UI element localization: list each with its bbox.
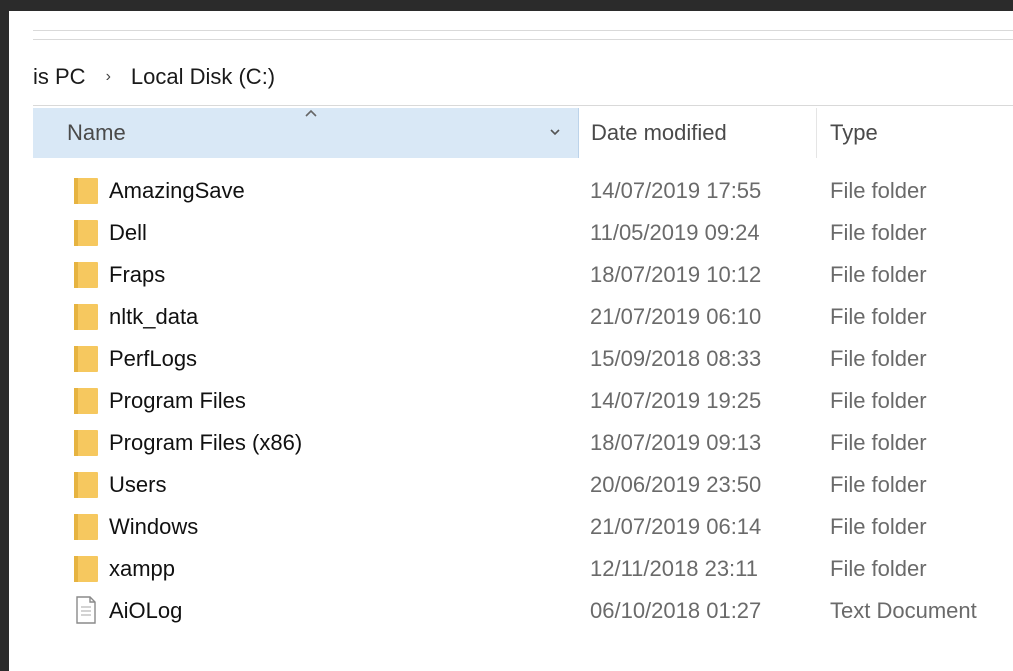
file-type: File folder [830,556,927,581]
file-name: Fraps [109,262,166,287]
column-header-date-label: Date modified [591,120,727,145]
file-type: File folder [830,304,927,329]
toolbar-strip [33,30,1013,40]
file-date-modified: 18/07/2019 09:13 [590,430,762,455]
file-row[interactable]: Dell 11/05/2019 09:24 File folder [33,212,1013,254]
file-row[interactable]: Windows 21/07/2019 06:14 File folder [33,506,1013,548]
file-row[interactable]: Program Files 14/07/2019 19:25 File folder [33,380,1013,422]
file-date-modified: 14/07/2019 19:25 [590,388,762,413]
file-type: File folder [830,388,927,413]
file-type: File folder [830,178,927,203]
file-row[interactable]: xampp 12/11/2018 23:11 File folder [33,548,1013,590]
folder-icon [73,427,99,457]
file-name: Dell [109,220,147,245]
file-name: Windows [109,514,199,539]
file-name: Program Files (x86) [109,430,303,455]
file-name: Program Files [109,388,246,413]
file-name: Users [109,472,167,497]
file-row[interactable]: Fraps 18/07/2019 10:12 File folder [33,254,1013,296]
file-name: xampp [109,556,176,581]
column-header-name-label: Name [67,120,126,145]
text-document-icon [73,595,99,625]
chevron-right-icon[interactable]: › [106,68,111,86]
folder-icon [73,301,99,331]
breadcrumb[interactable]: is PC › Local Disk (C:) [33,48,1013,106]
file-date-modified: 06/10/2018 01:27 [590,598,762,623]
file-date-modified: 11/05/2019 09:24 [590,220,760,245]
column-header-type[interactable]: Type [816,108,1013,158]
file-name: PerfLogs [109,346,198,371]
explorer-window: is PC › Local Disk (C:) Name Date modifi… [9,11,1013,671]
folder-icon [73,553,99,583]
folder-icon [73,511,99,541]
file-date-modified: 14/07/2019 17:55 [590,178,762,203]
folder-icon [73,343,99,373]
file-type: Text Document [830,598,977,623]
file-type: File folder [830,262,927,287]
file-row[interactable]: nltk_data 21/07/2019 06:10 File folder [33,296,1013,338]
folder-icon [73,259,99,289]
column-header-name[interactable]: Name [33,108,579,158]
file-row[interactable]: Program Files (x86) 18/07/2019 09:13 File … [33,422,1013,464]
file-row[interactable]: AiOLog 06/10/2018 01:27 Text Document [33,590,1013,632]
file-type: File folder [830,514,927,539]
column-header-date-modified[interactable]: Date modified [578,108,817,158]
file-date-modified: 21/07/2019 06:10 [590,304,762,329]
file-name: AiOLog [109,598,183,623]
column-header-type-label: Type [830,120,878,145]
breadcrumb-item-local-disk[interactable]: Local Disk (C:) [131,64,275,90]
file-type: File folder [830,472,927,497]
file-name: nltk_data [109,304,199,329]
file-date-modified: 12/11/2018 23:11 [590,556,759,581]
file-row[interactable]: PerfLogs 15/09/2018 08:33 File folder [33,338,1013,380]
breadcrumb-item-this-pc[interactable]: is PC [33,64,86,90]
folder-icon [73,217,99,247]
folder-icon [73,469,99,499]
folder-icon [73,385,99,415]
file-date-modified: 18/07/2019 10:12 [590,262,762,287]
file-row[interactable]: AmazingSave 14/07/2019 17:55 File folder [33,170,1013,212]
file-list: AmazingSave 14/07/2019 17:55 File folder De… [33,170,1013,632]
file-type: File folder [830,430,927,455]
file-row[interactable]: Users 20/06/2019 23:50 File folder [33,464,1013,506]
file-date-modified: 21/07/2019 06:14 [590,514,762,539]
folder-icon [73,175,99,205]
file-date-modified: 15/09/2018 08:33 [590,346,762,371]
file-date-modified: 20/06/2019 23:50 [590,472,762,497]
file-type: File folder [830,346,927,371]
chevron-down-icon[interactable] [548,125,562,139]
file-type: File folder [830,220,927,245]
file-name: AmazingSave [109,178,245,203]
column-header-row: Name Date modified Type [33,108,1013,158]
sort-ascending-icon [305,109,317,117]
